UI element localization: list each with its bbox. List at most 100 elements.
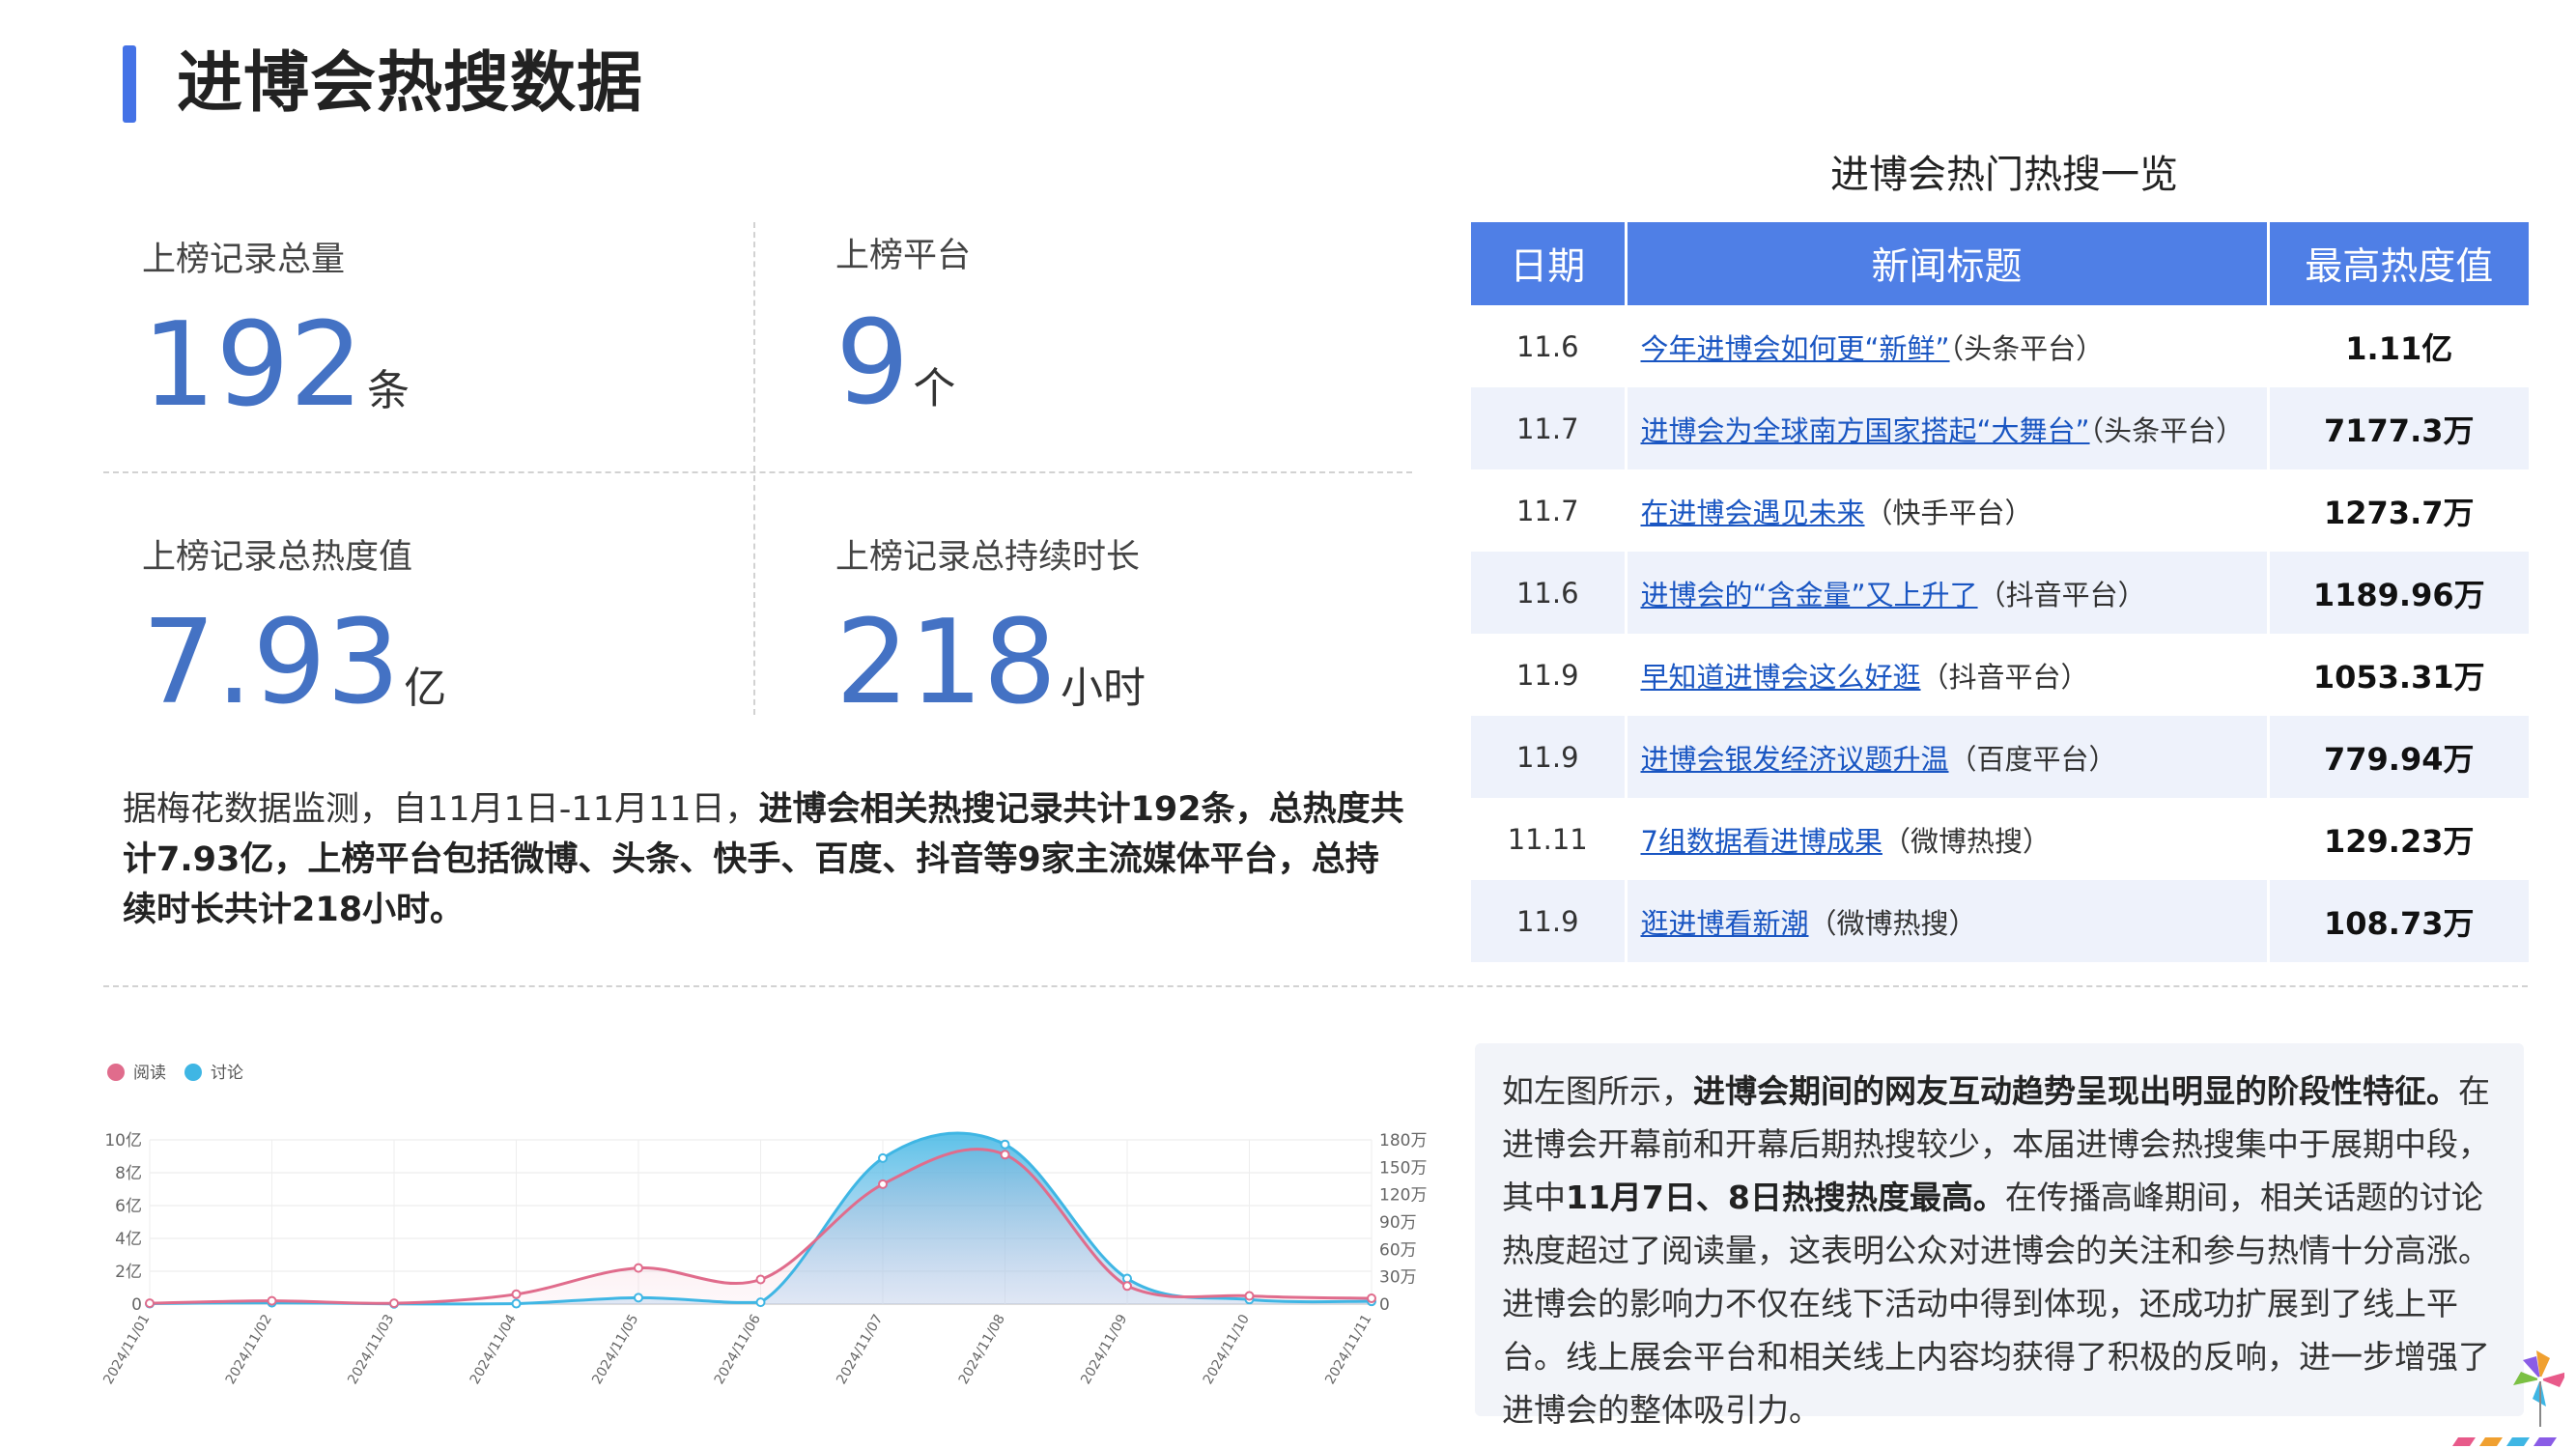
row-news: 早知道进博会这么好逛（抖音平台） <box>1626 634 2270 716</box>
row-news: 7组数据看进博成果（微博热搜） <box>1626 798 2270 880</box>
stat-records-value: 192 <box>142 298 364 433</box>
y-left-tick-label: 0 <box>131 1295 142 1315</box>
table-header-title: 新闻标题 <box>1626 222 2270 305</box>
news-title-link[interactable]: 进博会银发经济议题升温 <box>1641 743 1949 776</box>
table-header-heat: 最高热度值 <box>2268 222 2529 305</box>
news-source: （百度平台） <box>1948 742 2117 776</box>
description-bold-2: 11月7日、8日热搜热度最高。 <box>1566 1179 2005 1216</box>
row-heat-value: 1053.31万 <box>2312 658 2485 696</box>
page-title: 进博会热搜数据 <box>177 45 644 122</box>
row-date: 11.11 <box>1471 798 1628 880</box>
x-tick-label: 2024/11/02 <box>223 1312 275 1387</box>
legend-swatch <box>184 1064 202 1081</box>
row-date: 11.9 <box>1471 716 1628 798</box>
table-row: 11.6 进博会的“含金量”又上升了（抖音平台） 1189.96万 <box>1471 552 2529 634</box>
news-title-link[interactable]: 早知道进博会这么好逛 <box>1641 661 1921 694</box>
data-point-read <box>389 1298 399 1309</box>
row-heat-value: 108.73万 <box>2268 880 2529 962</box>
row-news: 逛进博看新潮（微博热搜） <box>1626 880 2270 962</box>
row-heat-value: 1189.96万 <box>2268 552 2529 634</box>
stat-heat: 上榜记录总热度值 7.93亿 <box>142 529 446 747</box>
stat-heat-label: 上榜记录总热度值 <box>142 538 413 577</box>
y-left-tick-label: 10亿 <box>104 1131 142 1151</box>
news-source: （快手平台） <box>1864 496 2033 529</box>
data-point-read <box>634 1263 643 1273</box>
pinwheel-logo <box>2452 1350 2564 1446</box>
stats-divider-horizontal <box>103 471 1412 473</box>
stat-duration-value: 218 <box>835 596 1058 730</box>
stat-platforms-value-row: 9个 <box>835 306 971 447</box>
news-title-link[interactable]: 进博会的“含金量”又上升了 <box>1641 579 1978 611</box>
news-title-link[interactable]: 7组数据看进博成果 <box>1641 825 1882 858</box>
stat-platforms-label: 上榜平台 <box>835 237 972 275</box>
row-news: 进博会的“含金量”又上升了（抖音平台） <box>1626 552 2270 634</box>
stats-divider-vertical <box>753 222 755 715</box>
summary-text: 据梅花数据监测，自11月1日-11月11日， <box>123 790 759 829</box>
table-row: 11.11 7组数据看进博成果（微博热搜） 129.23万 <box>1471 798 2529 880</box>
stat-duration-value-row: 218小时 <box>835 606 1146 747</box>
row-date: 11.6 <box>1471 552 1628 634</box>
x-tick-label: 2024/11/05 <box>589 1312 641 1387</box>
news-title-link[interactable]: 进博会为全球南方国家搭起“大舞台” <box>1641 414 2090 447</box>
y-right-tick-label: 60万 <box>1379 1240 1417 1260</box>
row-heat-value: 1273.7万 <box>2324 494 2475 531</box>
row-date: 11.9 <box>1471 880 1628 962</box>
y-left-tick-label: 8亿 <box>115 1164 142 1183</box>
news-source: （头条平台） <box>1949 331 2105 365</box>
data-point-discuss <box>878 1152 888 1163</box>
news-title-link[interactable]: 逛进博看新潮 <box>1641 907 1809 940</box>
stat-duration-unit: 小时 <box>1061 664 1146 713</box>
table-row: 11.6 今年进博会如何更“新鲜”（头条平台） 1.11亿 <box>1471 305 2529 387</box>
data-point-discuss <box>511 1298 522 1309</box>
stat-heat-unit: 亿 <box>404 664 447 713</box>
row-news: 进博会银发经济议题升温（百度平台） <box>1626 716 2270 798</box>
x-tick-label: 2024/11/03 <box>345 1312 397 1387</box>
description-bold-1: 进博会期间的网友互动趋势呈现出明显的阶段性特征。 <box>1693 1072 2458 1110</box>
x-tick-label: 2024/11/10 <box>1201 1312 1253 1387</box>
news-source: （微博热搜） <box>1882 824 2051 858</box>
y-right-tick-label: 180万 <box>1379 1131 1427 1151</box>
legend-label: 阅读 <box>133 1064 166 1083</box>
data-point-read <box>1122 1281 1132 1292</box>
table-header-date: 日期 <box>1471 222 1628 305</box>
heat-trend-chart: 0 2亿 4亿 6亿 8亿 10亿 0 30万 60万 90万 120万 150万 180万 2024/1… <box>100 1064 1427 1387</box>
data-point-read <box>267 1295 277 1306</box>
stat-platforms-unit: 个 <box>913 364 956 413</box>
news-title-link[interactable]: 今年进博会如何更“新鲜” <box>1641 332 1950 365</box>
section-divider <box>103 985 2528 987</box>
row-heat-value: 779.94万 <box>2268 716 2529 798</box>
y-right-tick-label: 30万 <box>1379 1268 1417 1288</box>
x-tick-label: 2024/11/04 <box>467 1312 520 1387</box>
data-point-discuss <box>755 1297 766 1308</box>
stat-duration: 上榜记录总持续时长 218小时 <box>835 529 1146 747</box>
x-tick-label: 2024/11/06 <box>712 1312 764 1387</box>
row-heat-value: 1.11亿 <box>2345 329 2453 367</box>
row-news: 进博会为全球南方国家搭起“大舞台”（头条平台） <box>1626 387 2270 469</box>
summary-paragraph: 据梅花数据监测，自11月1日-11月11日，进博会相关热搜记录共计192条，总热… <box>123 784 1407 935</box>
news-source: （抖音平台） <box>1920 660 2089 694</box>
data-point-read <box>1000 1150 1010 1160</box>
legend-swatch <box>107 1064 125 1081</box>
table-row: 11.9 早知道进博会这么好逛（抖音平台） 1053.31万 <box>1471 634 2529 716</box>
y-right-tick-label: 0 <box>1379 1295 1390 1315</box>
table-row: 11.7 进博会为全球南方国家搭起“大舞台”（头条平台） 7177.3万 <box>1471 387 2529 469</box>
data-point-read <box>1244 1291 1255 1301</box>
data-point-discuss <box>1000 1139 1010 1150</box>
x-tick-label: 2024/11/09 <box>1078 1312 1130 1387</box>
row-date: 11.9 <box>1471 634 1628 716</box>
y-left-tick-label: 6亿 <box>115 1197 142 1216</box>
hot-search-table: 日期 新闻标题 最高热度值 11.6 今年进博会如何更“新鲜”（头条平台） 1.11… <box>1471 222 2529 962</box>
x-tick-label: 2024/11/07 <box>834 1312 886 1387</box>
x-tick-label: 2024/11/01 <box>100 1312 153 1387</box>
stat-records-unit: 条 <box>367 366 410 415</box>
stat-platforms-value: 9 <box>835 297 910 431</box>
x-tick-label: 2024/11/11 <box>1322 1312 1374 1387</box>
news-source: （抖音平台） <box>1977 578 2146 611</box>
stat-heat-value-row: 7.93亿 <box>142 606 446 747</box>
news-title-link[interactable]: 在进博会遇见未来 <box>1641 497 1865 529</box>
data-point-read <box>755 1274 766 1285</box>
stat-heat-value: 7.93 <box>142 596 401 730</box>
table-title: 进博会热门热搜一览 <box>1830 153 2178 197</box>
table-row: 11.9 逛进博看新潮（微博热搜） 108.73万 <box>1471 880 2529 962</box>
news-source: （微博热搜） <box>1808 906 1977 940</box>
